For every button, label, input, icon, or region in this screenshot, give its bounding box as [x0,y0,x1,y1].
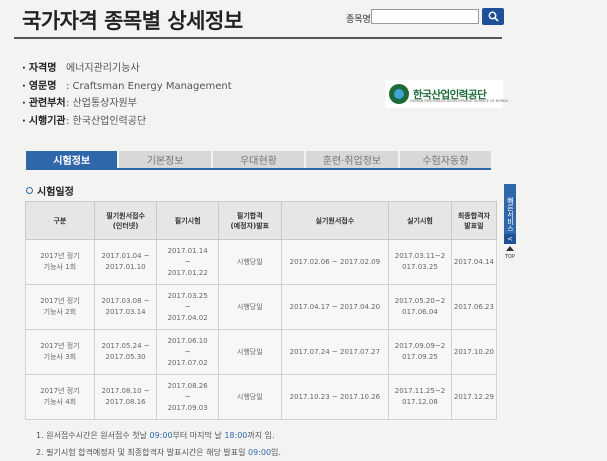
quick-service-arrow-icon[interactable]: < [504,234,516,244]
note-1: 1. 원서접수시간은 원서접수 첫날 09:00부터 마지막 날 18:00까지… [36,431,275,440]
tab-basic-info[interactable]: 기본정보 [119,151,211,168]
logo-mark-icon [389,84,409,104]
page-title: 국가자격 종목별 상세정보 [22,9,243,33]
table-row: 2017년 정기 기능사 1회 2017.01.04 ~2017.01.10 20… [25,239,498,285]
search-input[interactable] [371,9,479,24]
notes: 1. 원서접수시간은 원서접수 첫날 09:00부터 마지막 날 18:00까지… [36,427,281,461]
exam-schedule-table: 구분 필기원서접수 (인터넷) 필기시험 필기합격 (예정자)발표 실기원서접수 실… [25,201,498,420]
top-button[interactable]: TOP [503,246,517,260]
info-row-agency: 시행기관: 한국산업인력공단 [22,113,232,131]
search-label: 종목명 [346,15,371,25]
tab-exam-info[interactable]: 시험정보 [26,151,118,168]
header-practical-application: 실기원서접수 [280,201,390,240]
title-divider [14,37,502,39]
header-written-exam: 필기시험 [156,201,219,240]
logo-subtext: HUMAN RESOURCES DEVELOPMENT SERVICE OF K… [410,99,508,103]
info-row-english: 영문명: Craftsman Energy Management [22,78,232,96]
table-row: 2017년 정기 기능사 3회 2017.05.24 ~2017.05.30 20… [25,329,498,375]
arrow-up-icon [506,246,514,251]
tab-bar: 시험정보 기본정보 우대현황 훈련·취업정보 수험자동향 [26,151,492,168]
info-list: 자격명에너지관리기능사 영문명: Craftsman Energy Manage… [22,60,232,130]
header-written-pass: 필기합격 (예정자)발표 [217,201,282,240]
info-row-name: 자격명에너지관리기능사 [22,60,232,78]
table-row: 2017년 정기 기능사 4회 2017.08.10 ~2017.08.16 20… [25,374,498,420]
tab-examinee-trends[interactable]: 수험자동향 [399,151,492,168]
header-category: 구분 [25,201,95,240]
hrdk-logo: 한국산업인력공단 [385,80,503,108]
header-final-pass: 최종합격자 발표일 [450,201,498,240]
search-icon [488,11,499,22]
table-header-row: 구분 필기원서접수 (인터넷) 필기시험 필기합격 (예정자)발표 실기원서접수 실… [25,201,498,240]
bullet-icon [26,187,33,194]
search-button[interactable] [482,8,504,25]
tab-training-jobs[interactable]: 훈련·취업정보 [306,151,398,168]
section-title: 시험일정 [26,183,74,198]
header-practical-exam: 실기시험 [388,201,452,240]
header-written-application: 필기원서접수 (인터넷) [93,201,158,240]
tab-underline [26,168,491,170]
note-2: 2. 필기시험 합격예정자 및 최종합격자 발표시간은 해당 발표일 09:00… [36,448,281,457]
info-row-ministry: 관련부처: 산업통상자원부 [22,95,232,113]
tab-preference[interactable]: 우대현황 [212,151,305,168]
table-row: 2017년 정기 기능사 2회 2017.03.08 ~2017.03.14 20… [25,284,498,330]
